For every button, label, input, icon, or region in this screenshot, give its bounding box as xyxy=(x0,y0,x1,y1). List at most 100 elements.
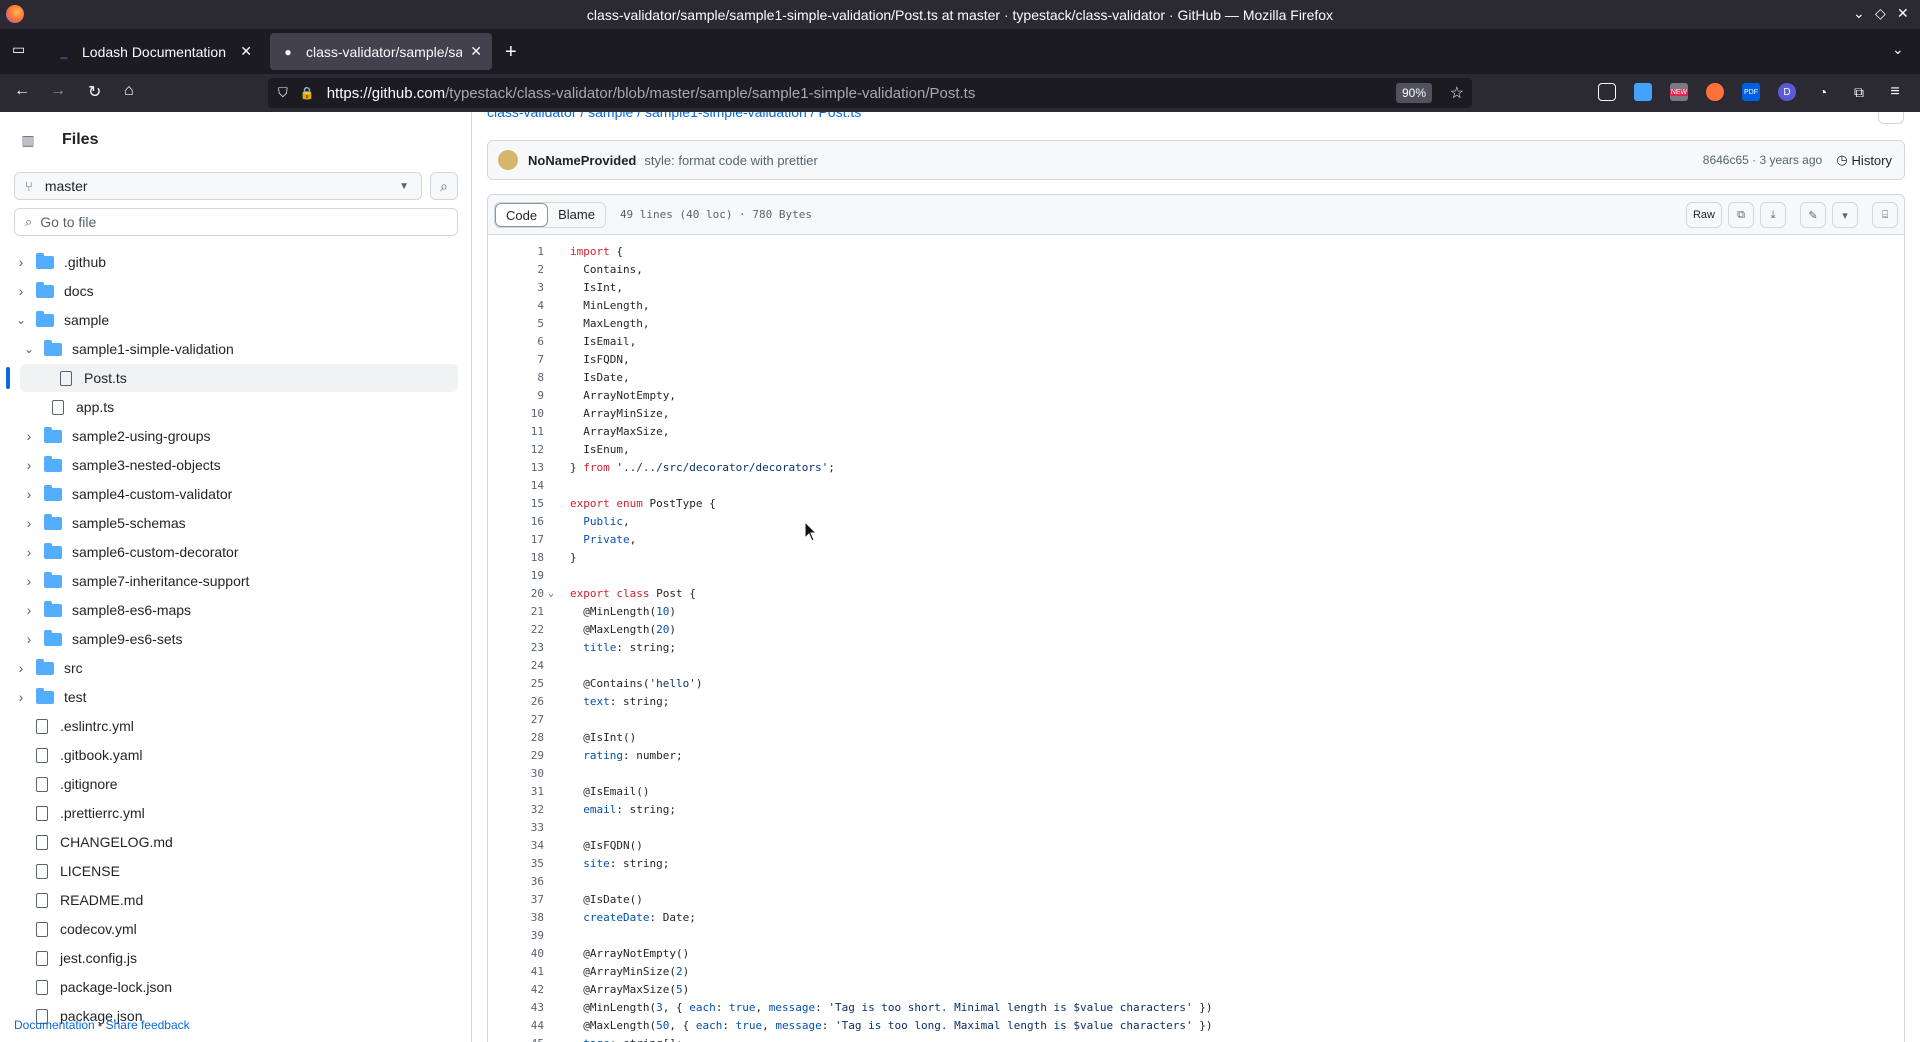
home-icon[interactable]: ⌂ xyxy=(124,82,134,100)
line-number[interactable]: 42 xyxy=(488,981,544,999)
tree-file[interactable]: jest.config.js xyxy=(0,944,460,972)
chevron-right-icon[interactable]: › xyxy=(22,544,36,560)
tree-folder[interactable]: ⌄ sample1-simple-validation xyxy=(0,335,460,363)
edit-dropdown-icon[interactable]: ▾ xyxy=(1832,202,1858,228)
tracking-shield-icon[interactable]: ⛉ xyxy=(278,85,288,101)
tab-github[interactable]: ● class-validator/sample/sam ✕ xyxy=(270,33,492,70)
chevron-right-icon[interactable]: › xyxy=(22,515,36,531)
download-icon[interactable]: ⤓ xyxy=(1760,202,1786,228)
line-number[interactable]: 43 xyxy=(488,999,544,1017)
tree-file[interactable]: README.md xyxy=(0,886,460,914)
share-feedback-link[interactable]: Share feedback xyxy=(106,1018,190,1032)
forward-icon[interactable]: → xyxy=(50,82,66,100)
tree-folder[interactable]: › sample4-custom-validator xyxy=(0,480,460,508)
history-button[interactable]: ◷ History xyxy=(1836,152,1892,168)
line-number[interactable]: 33 xyxy=(488,819,544,837)
line-number[interactable]: 40 xyxy=(488,945,544,963)
line-number[interactable]: 21 xyxy=(488,603,544,621)
line-number[interactable]: 18 xyxy=(488,549,544,567)
tree-file[interactable]: Post.ts xyxy=(6,364,458,392)
line-number[interactable]: 11 xyxy=(488,423,544,441)
line-number[interactable]: 20 xyxy=(488,585,544,603)
extensions-puzzle-icon[interactable]: ⧉ xyxy=(1850,83,1868,101)
more-options-button[interactable] xyxy=(1878,112,1904,124)
line-number[interactable]: 9 xyxy=(488,387,544,405)
line-number[interactable]: 14 xyxy=(488,477,544,495)
chevron-right-icon[interactable]: › xyxy=(22,631,36,647)
line-number[interactable]: 10 xyxy=(488,405,544,423)
collapse-sidebar-icon[interactable]: ▥ xyxy=(14,126,42,154)
tree-folder[interactable]: › src xyxy=(0,654,460,682)
menu-hamburger-icon[interactable]: ≡ xyxy=(1886,83,1904,101)
line-number[interactable]: 28 xyxy=(488,729,544,747)
new-tab-icon[interactable]: + xyxy=(505,41,517,64)
line-number[interactable]: 5 xyxy=(488,315,544,333)
line-number[interactable]: 36 xyxy=(488,873,544,891)
back-icon[interactable]: ← xyxy=(14,82,30,100)
maximize-icon[interactable]: ◇ xyxy=(1875,5,1886,22)
account-icon[interactable]: ◔ xyxy=(1814,83,1832,101)
line-number[interactable]: 27 xyxy=(488,711,544,729)
close-tab-icon[interactable]: ✕ xyxy=(470,43,482,60)
line-number[interactable]: 32 xyxy=(488,801,544,819)
chevron-right-icon[interactable]: › xyxy=(22,573,36,589)
chevron-right-icon[interactable]: › xyxy=(14,254,28,270)
zoom-level[interactable]: 90% xyxy=(1395,83,1432,103)
line-number[interactable]: 22 xyxy=(488,621,544,639)
url-text[interactable]: https://github.com/typestack/class-valid… xyxy=(327,85,976,102)
chevron-down-icon[interactable]: ⌄ xyxy=(22,342,36,356)
tree-folder[interactable]: › sample3-nested-objects xyxy=(0,451,460,479)
pdf-extension-icon[interactable]: PDF xyxy=(1742,83,1760,101)
tree-file[interactable]: package-lock.json xyxy=(0,973,460,1001)
line-number[interactable]: 34 xyxy=(488,837,544,855)
tree-file[interactable]: .eslintrc.yml xyxy=(0,712,460,740)
chevron-right-icon[interactable]: › xyxy=(22,602,36,618)
tree-folder[interactable]: › sample2-using-groups xyxy=(0,422,460,450)
line-number[interactable]: 7 xyxy=(488,351,544,369)
tree-folder[interactable]: › sample9-es6-sets xyxy=(0,625,460,653)
line-number[interactable]: 44 xyxy=(488,1017,544,1035)
line-number[interactable]: 19 xyxy=(488,567,544,585)
code-tab[interactable]: Code xyxy=(495,202,549,227)
tab-lodash[interactable]: _ Lodash Documentation ✕ xyxy=(46,33,262,70)
list-tabs-icon[interactable]: ⌄ xyxy=(1892,41,1904,58)
line-number[interactable]: 38 xyxy=(488,909,544,927)
copy-raw-icon[interactable]: ⧉ xyxy=(1728,202,1754,228)
tree-file[interactable]: CHANGELOG.md xyxy=(0,828,460,856)
line-number[interactable]: 13 xyxy=(488,459,544,477)
line-number[interactable]: 45 xyxy=(488,1035,544,1042)
close-tab-icon[interactable]: ✕ xyxy=(240,43,252,60)
commit-message[interactable]: style: format code with prettier xyxy=(644,153,817,168)
line-number[interactable]: 25 xyxy=(488,675,544,693)
tree-folder[interactable]: ⌄ sample xyxy=(0,306,460,334)
line-number[interactable]: 29 xyxy=(488,747,544,765)
line-number[interactable]: 3 xyxy=(488,279,544,297)
tree-folder[interactable]: › sample6-custom-decorator xyxy=(0,538,460,566)
chevron-right-icon[interactable]: › xyxy=(22,457,36,473)
line-number[interactable]: 6 xyxy=(488,333,544,351)
minimize-icon[interactable]: ⌄ xyxy=(1853,5,1865,22)
raw-button[interactable]: Raw xyxy=(1685,202,1722,228)
tab-overview-icon[interactable]: ▭ xyxy=(12,41,25,58)
tree-file[interactable]: codecov.yml xyxy=(0,915,460,943)
tree-file[interactable]: app.ts xyxy=(0,393,460,421)
line-number[interactable]: 15 xyxy=(488,495,544,513)
avatar[interactable] xyxy=(498,150,518,170)
d-extension-icon[interactable]: D xyxy=(1778,83,1796,101)
line-number[interactable]: 26 xyxy=(488,693,544,711)
fold-chevron-icon[interactable]: ⌄ xyxy=(548,585,554,603)
line-number[interactable]: 37 xyxy=(488,891,544,909)
search-tree-button[interactable]: ⌕ xyxy=(430,172,458,200)
symbols-panel-icon[interactable]: ⌸ xyxy=(1872,202,1898,228)
reload-icon[interactable]: ↻ xyxy=(88,82,101,102)
save-extension-icon[interactable] xyxy=(1634,83,1652,101)
tree-file[interactable]: .gitbook.yaml xyxy=(0,741,460,769)
go-to-file-input[interactable]: ⌕ Go to file xyxy=(14,208,458,236)
chevron-right-icon[interactable]: › xyxy=(22,486,36,502)
chevron-down-icon[interactable]: ⌄ xyxy=(14,313,28,327)
chevron-right-icon[interactable]: › xyxy=(14,689,28,705)
orange-extension-icon[interactable] xyxy=(1706,83,1724,101)
line-number[interactable]: 4 xyxy=(488,297,544,315)
line-number[interactable]: 8 xyxy=(488,369,544,387)
chevron-right-icon[interactable]: › xyxy=(22,428,36,444)
